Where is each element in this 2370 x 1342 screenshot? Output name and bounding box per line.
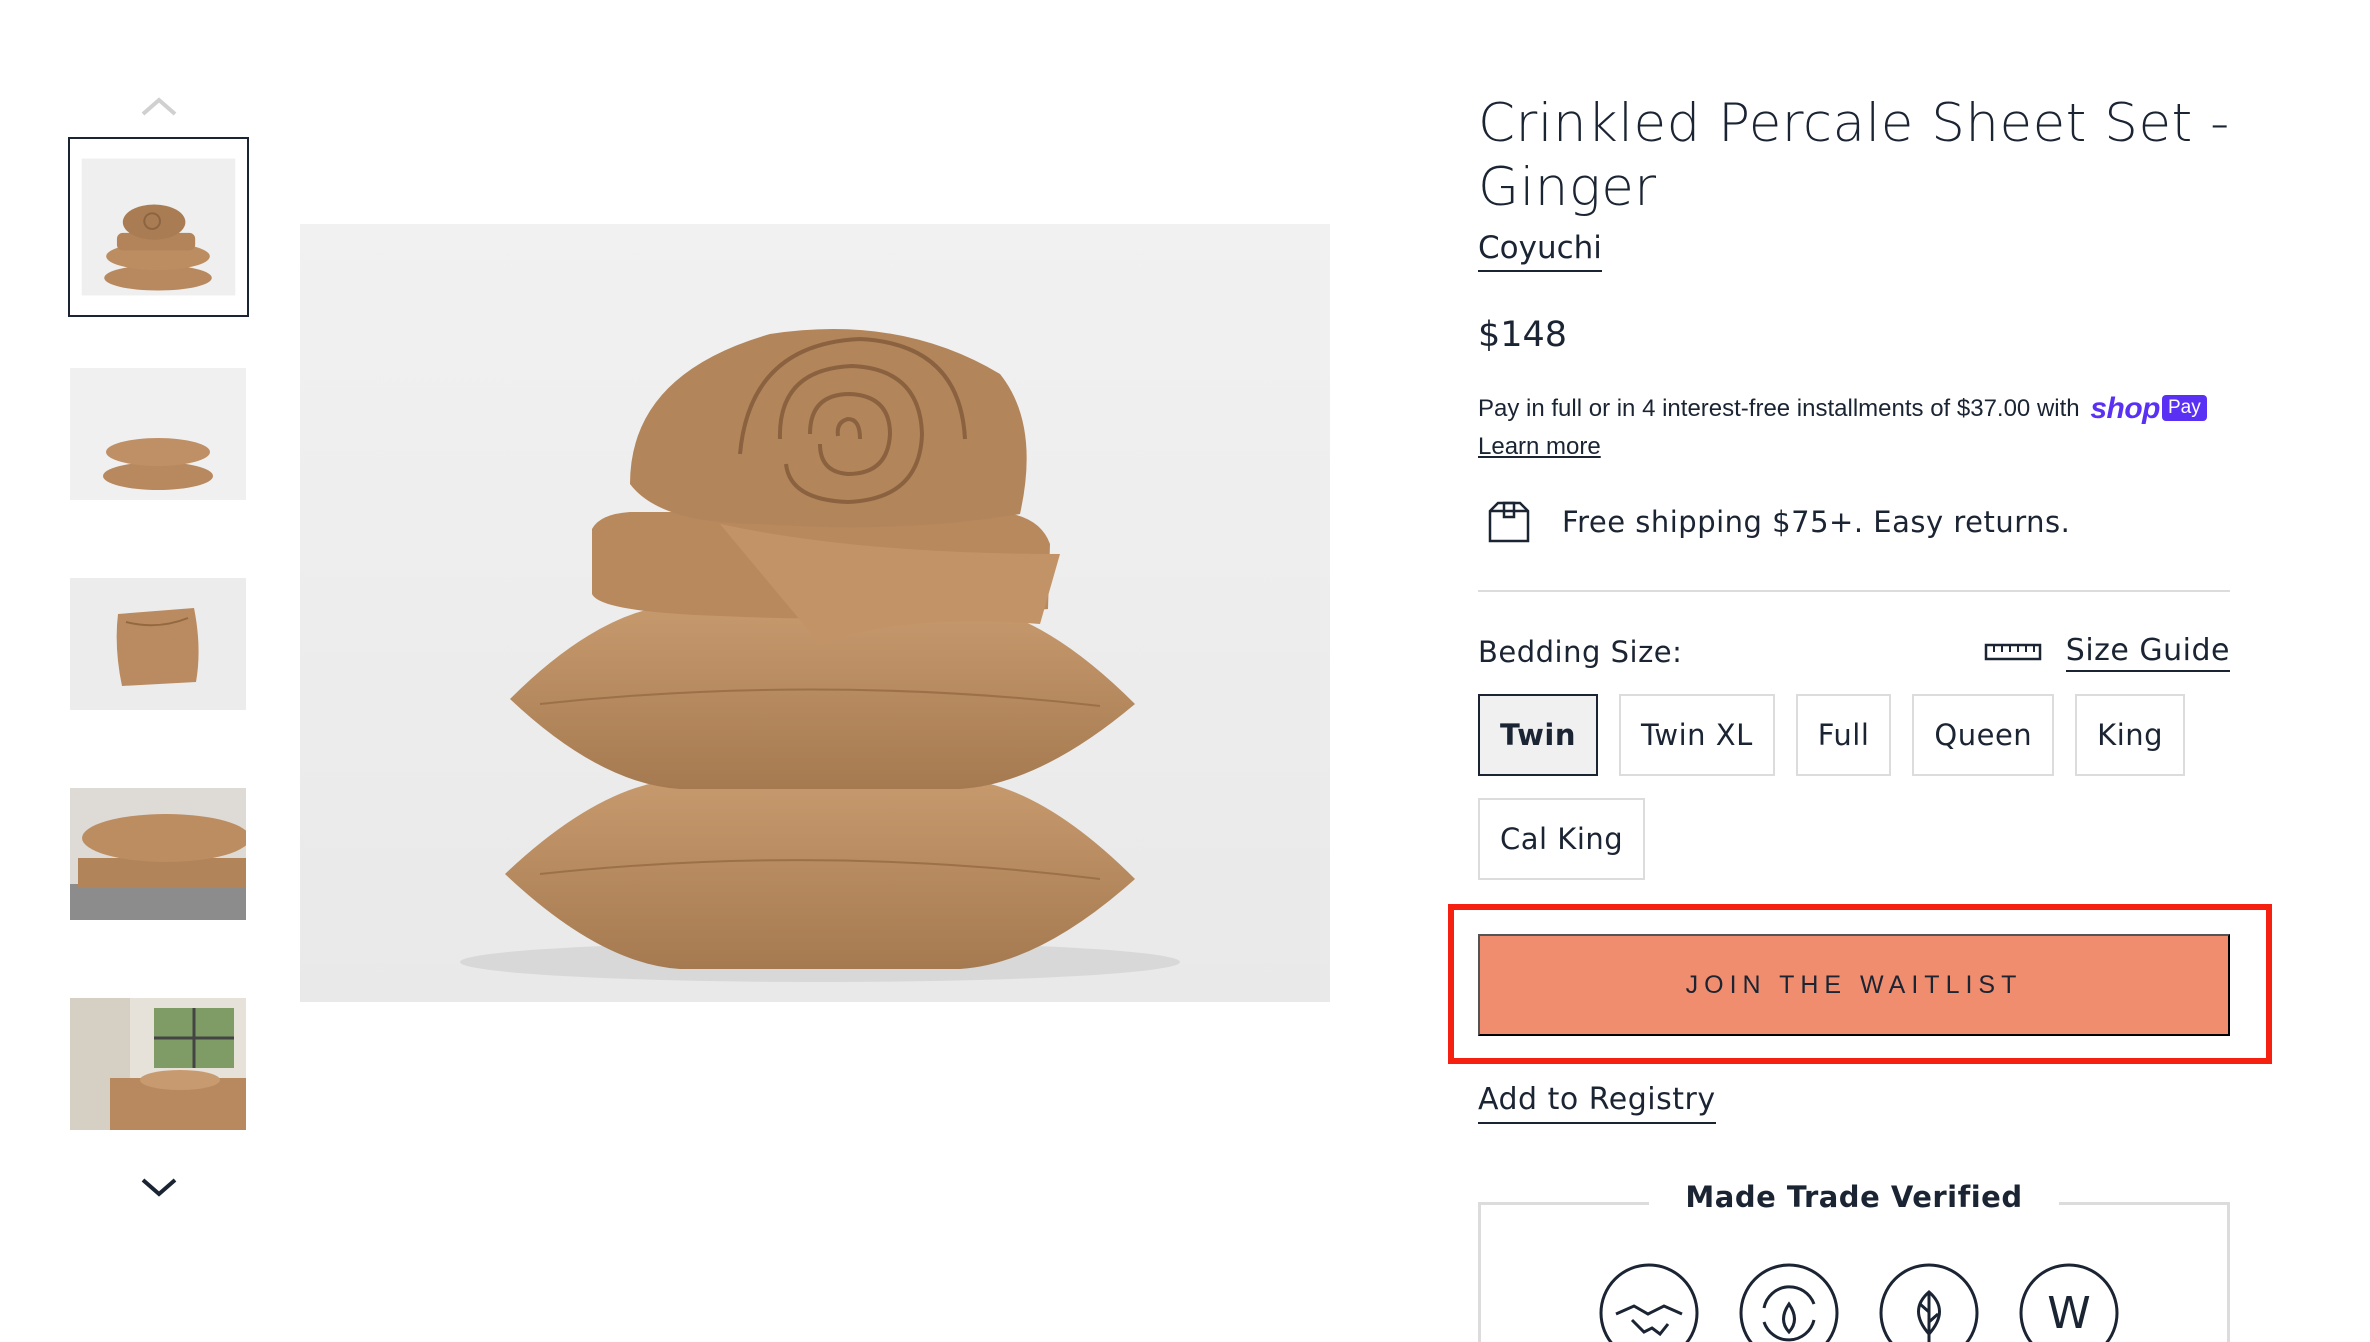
shop-pay-logo: shop <box>2090 392 2160 425</box>
size-guide-link[interactable]: Size Guide <box>1984 633 2230 672</box>
size-header: Bedding Size: Size Guide <box>1478 632 2230 672</box>
shipping-info: Free shipping $75+. Easy returns. <box>1478 492 2230 552</box>
ruler-icon <box>1984 643 2042 661</box>
add-to-registry-link[interactable]: Add to Registry <box>1478 1080 1716 1124</box>
recycle-icon[interactable] <box>1738 1262 1840 1342</box>
size-option-cal-king[interactable]: Cal King <box>1478 798 1646 880</box>
product-price: $148 <box>1478 315 1568 355</box>
made-trade-title: Made Trade Verified <box>1478 1180 2230 1214</box>
main-product-image[interactable] <box>300 224 1330 1002</box>
made-trade-icons: W <box>1598 1262 2120 1342</box>
installments-text: Pay in full or in 4 interest-free instal… <box>1478 395 2080 422</box>
thumbnail-5[interactable] <box>70 998 246 1130</box>
size-options: Twin Twin XL Full Queen King Cal King <box>1478 694 2230 880</box>
thumbnail-4[interactable] <box>70 788 246 920</box>
product-info-panel: Crinkled Percale Sheet Set - Ginger Coyu… <box>1478 92 2230 880</box>
thumbnails-scroll-down-button[interactable] <box>134 1168 184 1208</box>
thumbnail-2[interactable] <box>70 368 246 500</box>
size-option-king[interactable]: King <box>2075 694 2186 776</box>
thumbnail-image-pillows <box>70 368 246 500</box>
size-guide-label: Size Guide <box>2065 633 2230 672</box>
w-icon-letter: W <box>2047 1288 2091 1339</box>
thumbnails-scroll-up-button[interactable] <box>134 86 184 126</box>
chevron-down-icon <box>141 1178 177 1197</box>
size-option-twin[interactable]: Twin <box>1478 694 1598 776</box>
join-waitlist-button[interactable]: JOIN THE WAITLIST <box>1478 934 2230 1036</box>
made-trade-title-text: Made Trade Verified <box>1649 1180 2059 1214</box>
size-option-full[interactable]: Full <box>1795 694 1892 776</box>
thumbnail-image-stack <box>81 158 236 296</box>
handshake-icon[interactable] <box>1598 1262 1700 1342</box>
product-photo-sheet-stack <box>300 224 1330 1002</box>
w-icon[interactable]: W <box>2018 1262 2120 1342</box>
brand-link[interactable]: Coyuchi <box>1478 228 1602 272</box>
thumbnail-image-fitted-sheet <box>70 578 246 710</box>
thumbnail-image-bedroom <box>70 998 246 1130</box>
box-icon <box>1488 501 1530 543</box>
shop-pay-badge: Pay <box>2161 395 2207 421</box>
learn-more-link[interactable]: Learn more <box>1478 432 1601 462</box>
size-option-queen[interactable]: Queen <box>1912 694 2055 776</box>
divider <box>1478 590 2230 592</box>
thumbnail-image-bed-closeup <box>70 788 246 920</box>
shipping-text: Free shipping $75+. Easy returns. <box>1562 505 2071 539</box>
bedding-size-label: Bedding Size: <box>1478 635 1683 669</box>
thumbnail-1[interactable] <box>68 137 249 317</box>
leaf-icon[interactable] <box>1878 1262 1980 1342</box>
product-title: Crinkled Percale Sheet Set - Ginger <box>1478 93 2230 218</box>
size-option-twin-xl[interactable]: Twin XL <box>1618 694 1775 776</box>
thumbnail-3[interactable] <box>70 578 246 710</box>
shop-pay-installments: Pay in full or in 4 interest-free instal… <box>1478 394 2230 424</box>
chevron-up-icon <box>141 97 177 116</box>
